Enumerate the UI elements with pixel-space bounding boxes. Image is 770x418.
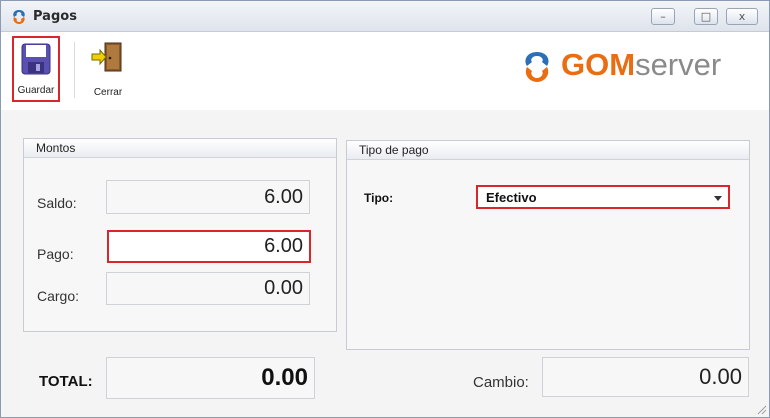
title-bar[interactable]: Pagos – □ x [1, 1, 769, 32]
tipo-label: Tipo: [364, 191, 394, 205]
montos-header: Montos [24, 139, 336, 158]
maximize-button[interactable]: □ [694, 8, 718, 25]
tipo-pago-group: Tipo de pago [346, 140, 750, 350]
minimize-button[interactable]: – [651, 8, 675, 25]
cargo-label: Cargo: [37, 288, 80, 304]
total-field: 0.00 [106, 357, 315, 399]
save-button-label: Guardar [17, 85, 55, 96]
close-button-label: Cerrar [93, 87, 123, 98]
close-window-button[interactable]: x [726, 8, 758, 25]
app-logo-icon [13, 10, 25, 24]
tipo-select[interactable]: Efectivo [476, 185, 730, 209]
close-button[interactable]: Cerrar [84, 36, 132, 102]
dropdown-arrow-icon[interactable] [714, 196, 722, 201]
cargo-input[interactable]: 0.00 [106, 272, 310, 305]
resize-grip-icon[interactable] [755, 403, 767, 415]
gomserver-logo-icon [525, 52, 549, 82]
cambio-label: Cambio: [473, 374, 529, 391]
logo-text: GOMserver [561, 47, 721, 83]
pago-label: Pago: [37, 246, 74, 262]
gomserver-logo: GOMserver [519, 47, 749, 87]
total-label: TOTAL: [39, 373, 93, 390]
save-button[interactable]: Guardar [12, 36, 60, 102]
logo-suffix: server [635, 47, 722, 82]
floppy-disk-icon [21, 43, 51, 75]
window-title: Pagos [33, 9, 77, 24]
cambio-field: 0.00 [542, 357, 749, 397]
tipo-select-value: Efectivo [486, 190, 537, 205]
logo-brand: GOM [561, 47, 636, 82]
pago-input[interactable]: 6.00 [107, 230, 311, 263]
tipo-pago-header: Tipo de pago [347, 141, 749, 160]
exit-door-icon [91, 42, 122, 72]
pagos-window: Pagos – □ x Guardar Cerrar GOMserver Mon… [0, 0, 770, 418]
toolbar-separator [74, 42, 75, 98]
saldo-label: Saldo: [37, 195, 77, 211]
saldo-field: 6.00 [106, 180, 310, 214]
